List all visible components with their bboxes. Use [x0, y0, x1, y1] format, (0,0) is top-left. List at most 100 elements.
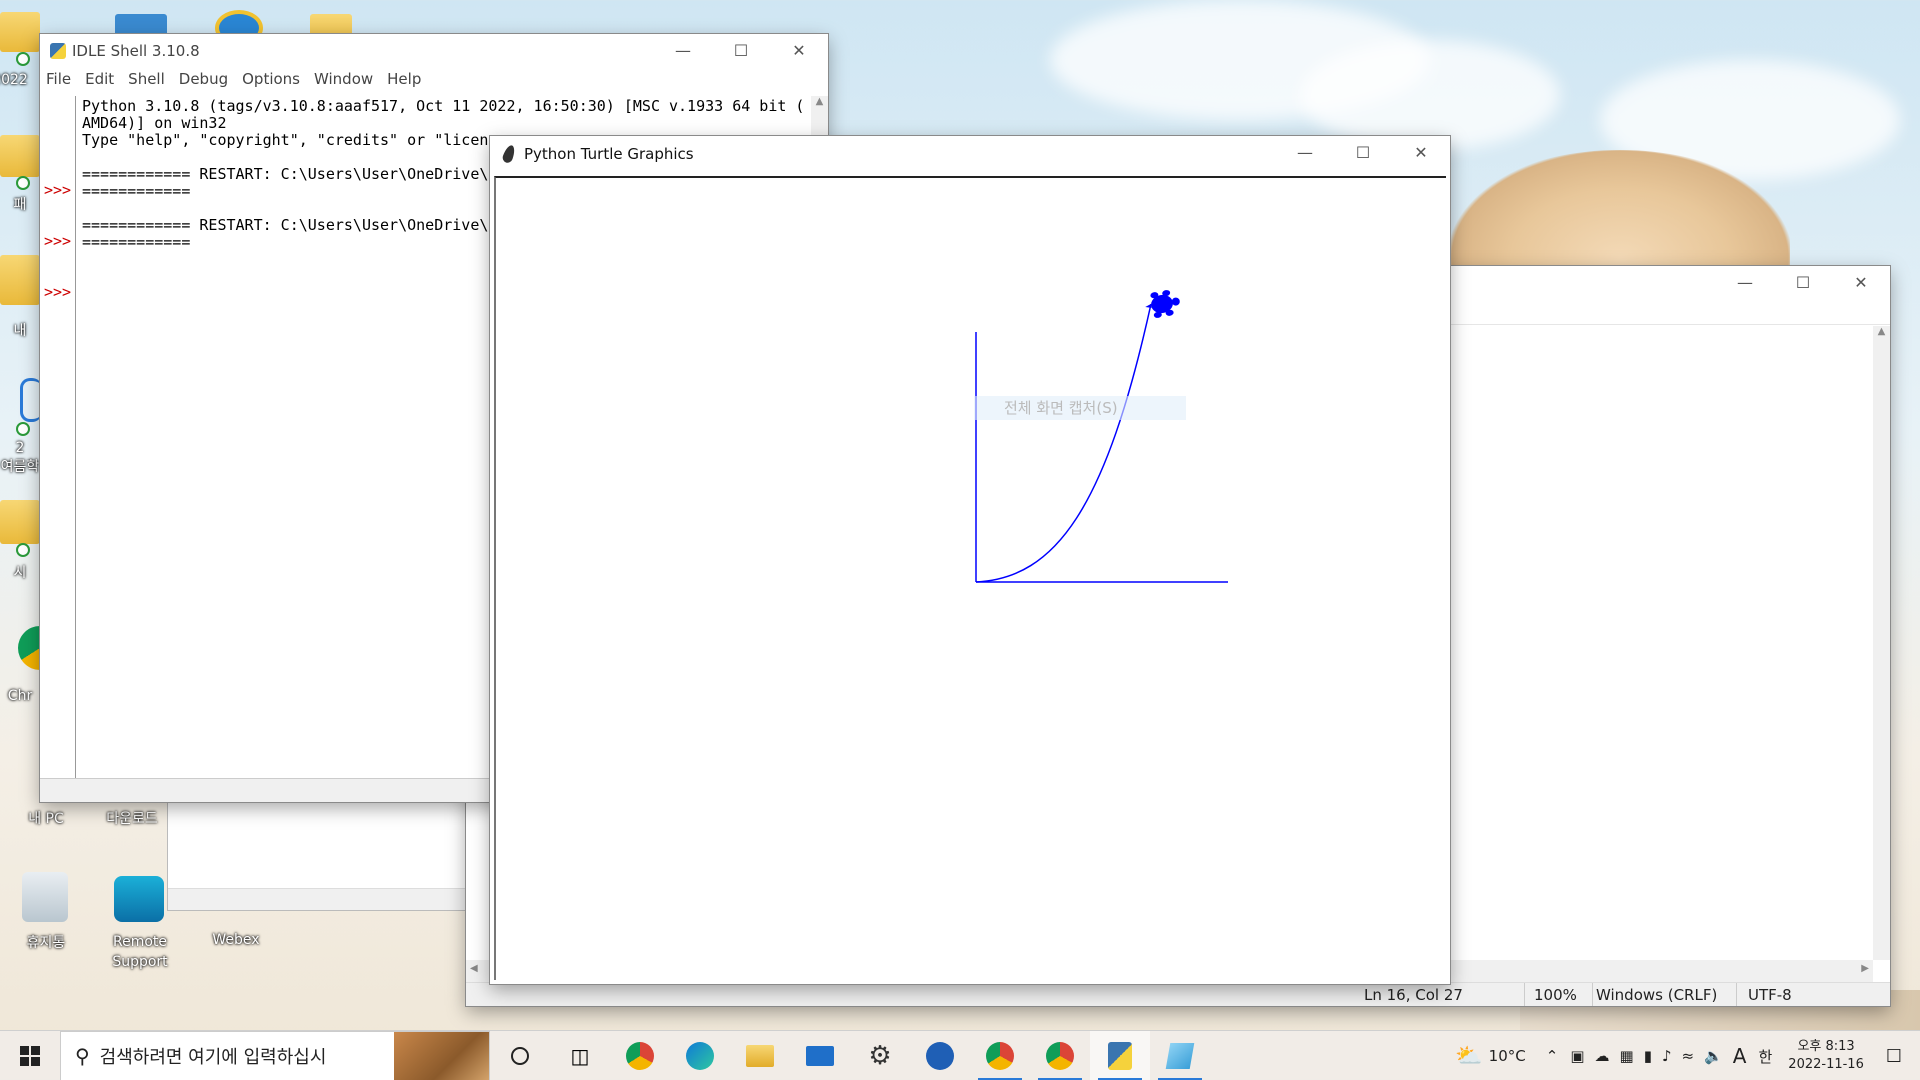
clock-time: 오후 8:13: [1797, 1039, 1855, 1054]
scroll-up-icon[interactable]: ▲: [1873, 326, 1890, 337]
desktop-icon-label[interactable]: 다운로드: [92, 808, 172, 828]
taskbar-chrome-profile[interactable]: [970, 1031, 1030, 1080]
feather-icon: [501, 143, 517, 165]
chrome-icon: [626, 1041, 654, 1070]
desktop-folder-icon[interactable]: [0, 135, 40, 177]
shell-prompt: >>>: [44, 181, 72, 199]
sync-check-icon: [16, 422, 30, 436]
task-view-button[interactable]: ◫: [550, 1031, 610, 1080]
menu-edit[interactable]: Edit: [85, 70, 114, 88]
remote-support-icon[interactable]: [114, 876, 164, 922]
taskbar: ⚲ 검색하려면 여기에 입력하십시 ◫ ⚙ ⛅ 10°C ⌃ ▣ ☁ ▦ ▮ ♪…: [0, 1030, 1920, 1080]
microphone-icon[interactable]: ♪: [1662, 1047, 1672, 1065]
search-box[interactable]: ⚲ 검색하려면 여기에 입력하십시: [60, 1030, 490, 1080]
close-button[interactable]: ✕: [1392, 136, 1450, 168]
desktop-icon-label[interactable]: 휴지통: [6, 932, 86, 952]
menu-window[interactable]: Window: [314, 70, 373, 88]
scroll-right-icon[interactable]: ▶: [1861, 963, 1869, 974]
taskbar-python-idle[interactable]: [1090, 1030, 1150, 1080]
python-icon: [50, 43, 66, 59]
desktop-icon-label[interactable]: Remote Support: [100, 932, 180, 972]
scroll-left-icon[interactable]: ◀: [470, 963, 478, 974]
taskbar-mail[interactable]: [790, 1031, 850, 1080]
scroll-up-icon[interactable]: ▲: [811, 96, 828, 107]
desktop-folder-icon[interactable]: [0, 500, 40, 544]
turtle-titlebar[interactable]: Python Turtle Graphics — ☐ ✕: [490, 136, 1450, 172]
search-icon: ⚲: [75, 1043, 90, 1068]
shell-line: AMD64)] on win32: [82, 114, 227, 132]
cortana-button[interactable]: [490, 1031, 550, 1080]
idle-titlebar[interactable]: IDLE Shell 3.10.8 — ☐ ✕: [40, 34, 828, 68]
desktop-folder-icon[interactable]: [0, 255, 40, 305]
onedrive-icon[interactable]: ☁: [1595, 1047, 1610, 1065]
clock[interactable]: 오후 8:13 2022-11-16: [1788, 1038, 1864, 1074]
task-view-icon: ◫: [570, 1043, 590, 1068]
maximize-button[interactable]: ☐: [1774, 266, 1832, 298]
taskbar-edge[interactable]: [670, 1031, 730, 1080]
sync-check-icon: [16, 543, 30, 557]
start-button[interactable]: [0, 1031, 60, 1080]
minimize-button[interactable]: —: [654, 34, 712, 66]
search-highlight-image: [394, 1031, 489, 1080]
menu-help[interactable]: Help: [387, 70, 421, 88]
system-tray: ⛅ 10°C ⌃ ▣ ☁ ▦ ▮ ♪ ≈ 🔈 A 한 오후 8:13 2022-…: [1455, 1031, 1920, 1080]
desktop-icon-label[interactable]: Webex: [196, 932, 276, 948]
close-button[interactable]: ✕: [1832, 266, 1890, 298]
sync-check-icon: [16, 176, 30, 190]
turtle-canvas[interactable]: 전체 화면 캡처(S): [494, 176, 1446, 980]
ime-mode-han[interactable]: 한: [1758, 1046, 1772, 1067]
ime-mode-a[interactable]: A: [1733, 1044, 1747, 1068]
volume-muted-icon[interactable]: 🔈: [1704, 1047, 1723, 1065]
maximize-button[interactable]: ☐: [1334, 136, 1392, 168]
taskbar-chrome-profile-2[interactable]: [1030, 1031, 1090, 1080]
chrome-profile-icon: [986, 1041, 1014, 1070]
weather-icon[interactable]: ⛅: [1455, 1044, 1482, 1069]
window-title: IDLE Shell 3.10.8: [72, 42, 200, 60]
vertical-scrollbar[interactable]: ▲: [1873, 326, 1890, 960]
shell-line: Python 3.10.8 (tags/v3.10.8:aaaf517, Oct…: [82, 98, 805, 115]
taskbar-chrome[interactable]: [610, 1031, 670, 1080]
chrome-profile-2-icon: [1046, 1041, 1074, 1070]
security-icon[interactable]: ▦: [1620, 1047, 1634, 1065]
minimize-button[interactable]: —: [1716, 266, 1774, 298]
wallpaper-cloud: [1300, 40, 1560, 150]
clock-date: 2022-11-16: [1788, 1057, 1864, 1072]
menu-file[interactable]: File: [46, 70, 71, 88]
zoom-level: 100%: [1534, 985, 1577, 1004]
search-placeholder: 검색하려면 여기에 입력하십시: [99, 1046, 327, 1068]
recycle-bin-icon[interactable]: [22, 872, 68, 922]
remote-support-icon: [926, 1041, 954, 1070]
desktop-folder-icon[interactable]: [0, 12, 40, 52]
close-button[interactable]: ✕: [770, 34, 828, 66]
minimize-button[interactable]: —: [1276, 136, 1334, 168]
chevron-up-icon[interactable]: ⌃: [1546, 1047, 1559, 1065]
desktop-doc-icon[interactable]: [20, 378, 42, 422]
settings-icon: ⚙: [868, 1040, 892, 1071]
desktop-icon-label[interactable]: 내 PC: [6, 808, 86, 828]
shell-prompt: >>>: [44, 283, 72, 301]
parabola-curve: [975, 303, 1152, 583]
menu-options[interactable]: Options: [242, 70, 300, 88]
maximize-button[interactable]: ☐: [712, 34, 770, 66]
turtle-window[interactable]: Python Turtle Graphics — ☐ ✕ 전체 화면 캡처(S): [490, 136, 1450, 984]
notepad-statusbar: Ln 16, Col 27 100% Windows (CRLF) UTF-8: [466, 982, 1890, 1006]
taskbar-notepad[interactable]: [1150, 1031, 1210, 1080]
capture-overlay-tooltip: 전체 화면 캡처(S): [974, 396, 1186, 420]
taskbar-settings[interactable]: ⚙: [850, 1031, 910, 1080]
menu-debug[interactable]: Debug: [179, 70, 228, 88]
edge-icon: [686, 1041, 714, 1070]
battery-icon[interactable]: ▮: [1644, 1047, 1652, 1065]
meet-now-icon[interactable]: ▣: [1570, 1047, 1584, 1065]
taskbar-remote-support[interactable]: [910, 1031, 970, 1080]
weather-temp[interactable]: 10°C: [1489, 1047, 1526, 1065]
cortana-icon: [511, 1046, 529, 1065]
background-window-fragment: [168, 790, 498, 910]
sync-check-icon: [16, 52, 30, 66]
turtle-drawing: [975, 290, 1228, 583]
cursor-position: Ln 16, Col 27: [1364, 985, 1463, 1004]
notification-icon[interactable]: ☐: [1886, 1046, 1902, 1067]
wifi-icon[interactable]: ≈: [1682, 1047, 1695, 1065]
taskbar-file-explorer[interactable]: [730, 1031, 790, 1080]
menu-shell[interactable]: Shell: [128, 70, 165, 88]
line-ending: Windows (CRLF): [1596, 985, 1718, 1004]
